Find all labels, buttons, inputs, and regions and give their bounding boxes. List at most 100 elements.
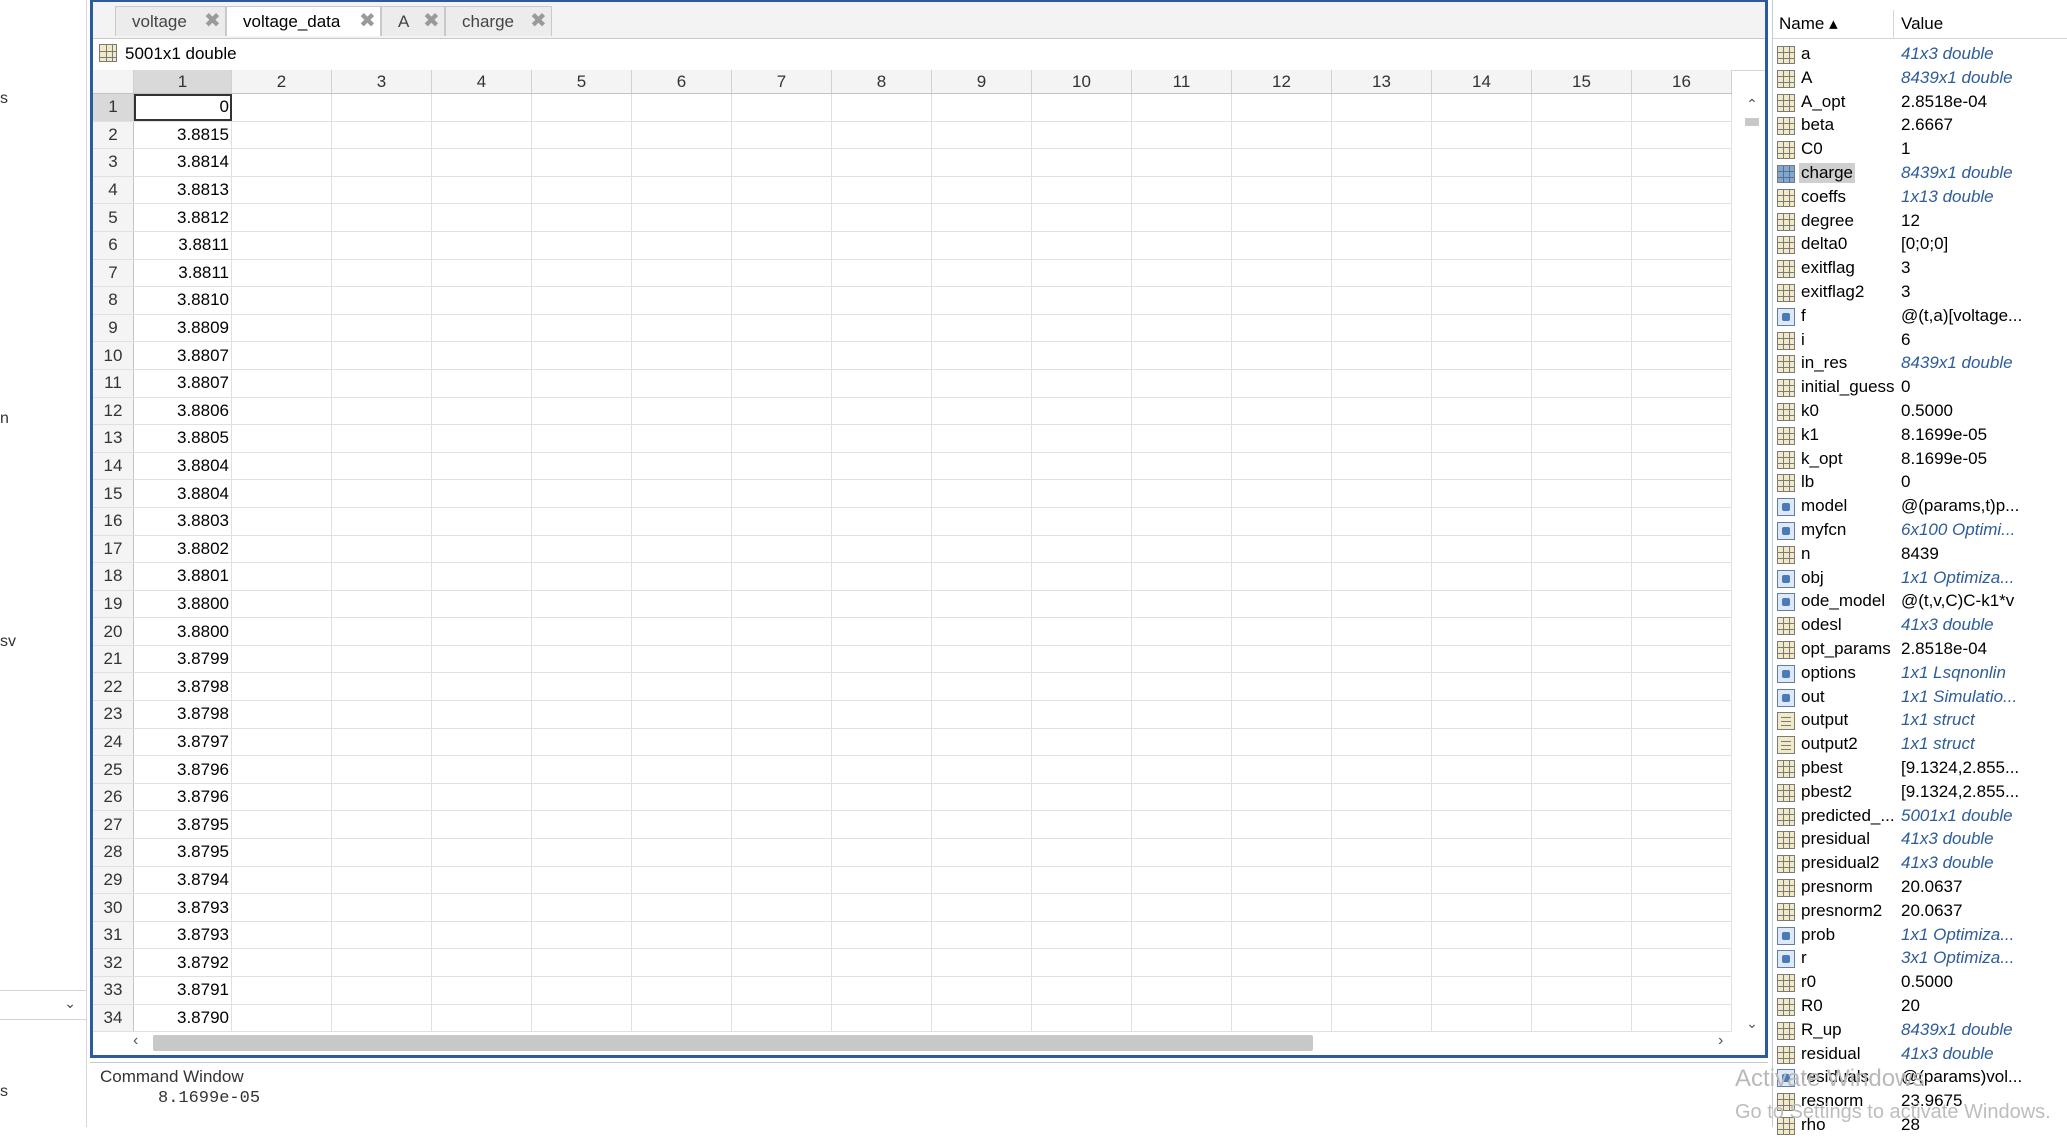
grid-cell[interactable] (831, 259, 932, 288)
grid-cell[interactable] (231, 810, 332, 840)
grid-cell[interactable] (831, 1004, 932, 1032)
grid-cell[interactable] (1231, 617, 1332, 646)
grid-cell[interactable] (831, 286, 932, 315)
workspace-variable-row[interactable]: A_opt 2.8518e-04 (1773, 91, 2067, 115)
grid-cell[interactable] (731, 121, 832, 150)
grid-cell[interactable] (631, 810, 732, 840)
grid-cell[interactable] (1031, 286, 1132, 315)
grid-cell[interactable]: 3.8793 (133, 893, 232, 922)
grid-cell[interactable] (631, 645, 732, 674)
grid-cell[interactable] (1131, 231, 1232, 260)
workspace-variable-row[interactable]: k1 8.1699e-05 (1773, 424, 2067, 448)
grid-cell[interactable] (831, 369, 932, 398)
grid-cell[interactable] (1631, 397, 1732, 426)
grid-cell[interactable] (1131, 1004, 1232, 1032)
tab-A[interactable]: A ✖ (381, 6, 445, 36)
grid-cell[interactable] (1631, 148, 1732, 177)
column-header[interactable]: 14 (1431, 70, 1532, 94)
grid-cell[interactable] (1331, 755, 1432, 784)
workspace-variable-row[interactable]: exitflag2 3 (1773, 281, 2067, 305)
grid-cell[interactable] (331, 314, 432, 343)
grid-cell[interactable] (631, 728, 732, 757)
grid-cell[interactable] (331, 535, 432, 564)
grid-cell[interactable] (731, 783, 832, 812)
grid-cell[interactable] (231, 921, 332, 950)
grid-cell[interactable] (1231, 286, 1332, 315)
grid-cell[interactable] (1031, 148, 1132, 177)
grid-cell[interactable] (931, 590, 1032, 619)
row-header[interactable]: 8 (93, 286, 134, 315)
grid-cell[interactable] (931, 921, 1032, 950)
grid-cell[interactable] (1631, 369, 1732, 398)
grid-cell[interactable] (731, 948, 832, 977)
workspace-variable-row[interactable]: a 41x3 double (1773, 43, 2067, 67)
grid-cell[interactable]: 3.8798 (133, 672, 232, 702)
grid-cell[interactable] (231, 452, 332, 481)
grid-cell[interactable] (1231, 452, 1332, 481)
grid-cell[interactable] (931, 535, 1032, 564)
grid-cell[interactable] (831, 976, 932, 1005)
grid-cell[interactable] (1431, 810, 1532, 840)
close-icon[interactable]: ✖ (204, 10, 221, 32)
grid-cell[interactable] (1431, 203, 1532, 232)
grid-cell[interactable] (431, 1004, 532, 1032)
grid-cell[interactable] (931, 645, 1032, 674)
grid-cell[interactable] (431, 286, 532, 315)
grid-cell[interactable] (1231, 176, 1332, 205)
column-header[interactable]: 10 (1031, 70, 1132, 94)
grid-cell[interactable]: 3.8796 (133, 783, 232, 812)
grid-cell[interactable]: 3.8790 (133, 1004, 232, 1032)
grid-cell[interactable] (431, 148, 532, 177)
grid-cell[interactable] (531, 369, 632, 398)
grid-cell[interactable]: 3.8807 (133, 369, 232, 398)
row-header[interactable]: 24 (93, 728, 134, 757)
workspace-variable-row[interactable]: exitflag 3 (1773, 257, 2067, 281)
grid-cell[interactable] (331, 948, 432, 977)
grid-cell[interactable] (1231, 341, 1332, 370)
grid-cell[interactable] (1431, 728, 1532, 757)
grid-cell[interactable] (431, 783, 532, 812)
row-header[interactable]: 1 (93, 93, 134, 122)
grid-cell[interactable] (1431, 148, 1532, 177)
grid-cell[interactable] (1431, 948, 1532, 977)
grid-cell[interactable] (731, 535, 832, 564)
grid-cell[interactable] (531, 507, 632, 536)
grid-cell[interactable] (1631, 617, 1732, 646)
grid-cell[interactable] (1131, 479, 1232, 508)
row-header[interactable]: 11 (93, 369, 134, 398)
grid-cell[interactable] (1131, 810, 1232, 840)
workspace-variable-row[interactable]: presnorm 20.0637 (1773, 876, 2067, 900)
grid-cell[interactable] (831, 507, 932, 536)
row-header[interactable]: 28 (93, 838, 134, 867)
grid-cell[interactable] (1031, 838, 1132, 867)
row-header[interactable]: 15 (93, 479, 134, 508)
grid-cell[interactable] (1231, 369, 1332, 398)
grid-cell[interactable] (1031, 755, 1132, 784)
grid-cell[interactable] (431, 976, 532, 1005)
grid-cell[interactable] (1031, 507, 1132, 536)
grid-cell[interactable] (1331, 314, 1432, 343)
grid-cell[interactable] (1231, 535, 1332, 564)
grid-cell[interactable] (1631, 341, 1732, 370)
grid-cell[interactable] (1131, 259, 1232, 288)
grid-cell[interactable] (231, 314, 332, 343)
grid-cell[interactable] (1031, 93, 1132, 122)
grid-cell[interactable] (1131, 148, 1232, 177)
grid-corner[interactable] (93, 70, 134, 94)
grid-cell[interactable] (1331, 397, 1432, 426)
grid-cell[interactable] (331, 424, 432, 453)
grid-cell[interactable] (731, 562, 832, 591)
close-icon[interactable]: ✖ (423, 10, 440, 32)
grid-cell[interactable] (1631, 866, 1732, 895)
grid-cell[interactable] (731, 617, 832, 646)
grid-cell[interactable] (331, 259, 432, 288)
grid-cell[interactable] (1531, 755, 1632, 784)
grid-cell[interactable] (431, 231, 532, 260)
grid-cell[interactable] (231, 700, 332, 729)
grid-cell[interactable] (1531, 121, 1632, 150)
grid-cell[interactable] (1331, 479, 1432, 508)
grid-cell[interactable] (431, 617, 532, 646)
grid-cell[interactable]: 3.8812 (133, 203, 232, 232)
grid-cell[interactable] (1331, 700, 1432, 729)
grid-cell[interactable] (1231, 479, 1332, 508)
